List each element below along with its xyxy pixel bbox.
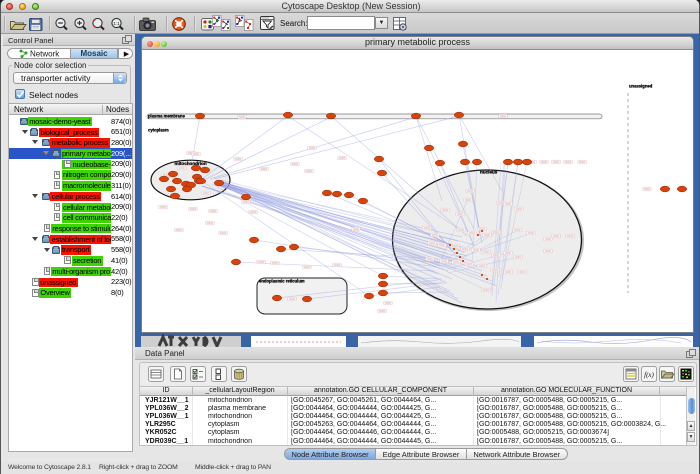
- svg-text:mitochondrion: mitochondrion: [175, 161, 207, 166]
- svg-text:f(x): f(x): [644, 371, 654, 379]
- svg-text:unassigned: unassigned: [629, 84, 653, 89]
- svg-text:endoplasmic reticulum: endoplasmic reticulum: [259, 279, 305, 284]
- svg-text:1:1: 1:1: [113, 21, 120, 26]
- svg-text:plasma membrane: plasma membrane: [148, 114, 185, 119]
- svg-text:cytoplasm: cytoplasm: [148, 128, 169, 133]
- svg-text:nucleus: nucleus: [480, 170, 498, 175]
